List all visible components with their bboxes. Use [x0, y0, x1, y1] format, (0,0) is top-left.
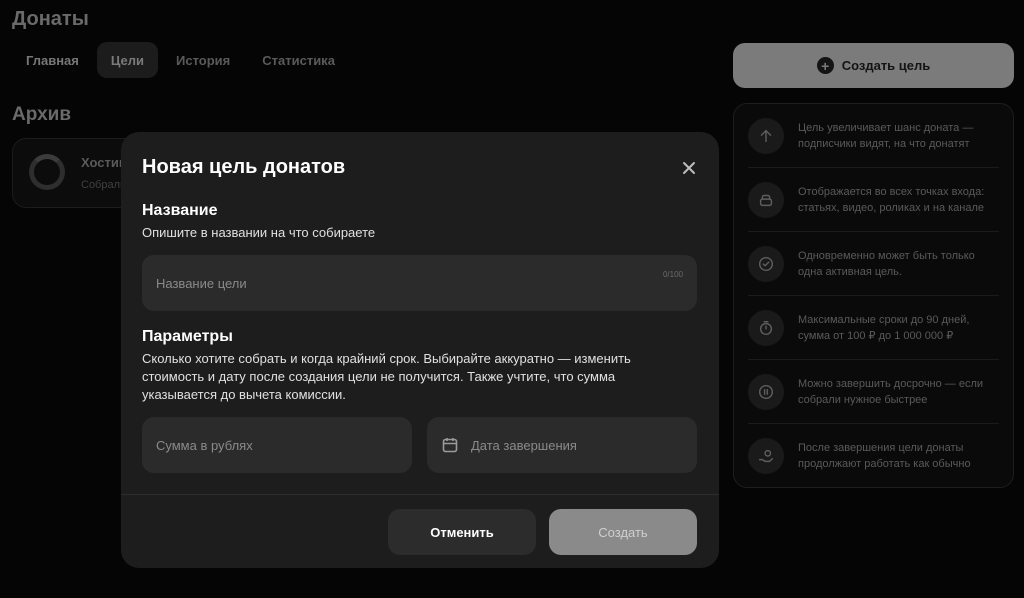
info-item: Можно завершить досрочно — если собрали … [748, 360, 999, 424]
char-counter: 0/100 [662, 270, 683, 279]
end-date-input[interactable]: Дата завершения [427, 417, 697, 473]
goal-name-placeholder: Название цели [156, 275, 247, 291]
info-panel: Цель увеличивает шанс доната — подписчик… [733, 103, 1014, 488]
create-button[interactable]: Создать [549, 509, 697, 555]
plus-circle-icon: + [816, 57, 834, 74]
params-section-description: Сколько хотите собрать и когда крайний с… [142, 351, 631, 402]
end-date-placeholder: Дата завершения [471, 437, 577, 453]
info-item: Одновременно может быть только одна акти… [748, 232, 999, 296]
info-item: Отображается во всех точках входа: стать… [748, 168, 999, 232]
tab-history[interactable]: История [162, 42, 244, 78]
arrow-up-icon [748, 117, 784, 154]
amount-placeholder: Сумма в рублях [156, 437, 253, 453]
page-title: Донаты [12, 8, 89, 30]
info-item: После завершения цели донаты продолжают … [748, 424, 999, 488]
pause-circle-icon [748, 373, 784, 410]
create-goal-button[interactable]: + Создать цель [733, 43, 1014, 88]
tab-statistics[interactable]: Статистика [248, 42, 349, 78]
info-text: Одновременно может быть только одна акти… [798, 249, 975, 278]
info-text: Максимальные сроки до 90 дней, сумма от … [798, 313, 970, 342]
archive-title: Архив [12, 104, 72, 125]
stack-icon [748, 181, 784, 218]
modal-title: Новая цель донатов [142, 156, 346, 178]
cancel-button[interactable]: Отменить [388, 509, 536, 555]
check-circle-icon [748, 245, 784, 282]
info-text: После завершения цели донаты продолжают … [798, 442, 971, 470]
archive-goal-status: Собрали [81, 179, 127, 191]
info-text: Отображается во всех точках входа: стать… [798, 185, 985, 214]
params-section-title: Параметры [142, 328, 233, 345]
close-icon[interactable] [677, 156, 701, 180]
info-item: Максимальные сроки до 90 дней, сумма от … [748, 296, 999, 360]
name-section-description: Опишите в названии на что собираете [142, 225, 376, 240]
info-text: Можно завершить досрочно — если собрали … [798, 377, 984, 406]
tab-goals[interactable]: Цели [96, 42, 159, 78]
goal-name-input[interactable]: Название цели 0/100 [142, 255, 697, 311]
create-goal-label: Создать цель [841, 58, 931, 73]
stopwatch-icon [748, 309, 784, 346]
modal-divider [121, 494, 719, 495]
calendar-icon [441, 436, 459, 454]
progress-ring-icon [29, 154, 65, 190]
amount-input[interactable]: Сумма в рублях [142, 417, 412, 473]
tabs-nav: Главная Цели История Статистика [12, 42, 349, 78]
info-item: Цель увеличивает шанс доната — подписчик… [748, 104, 999, 168]
tab-main[interactable]: Главная [12, 42, 93, 78]
hand-coin-icon [748, 438, 784, 474]
new-goal-modal: Новая цель донатов Название Опишите в на… [121, 132, 719, 568]
info-text: Цель увеличивает шанс доната — подписчик… [798, 121, 974, 150]
name-section-title: Название [142, 202, 218, 219]
